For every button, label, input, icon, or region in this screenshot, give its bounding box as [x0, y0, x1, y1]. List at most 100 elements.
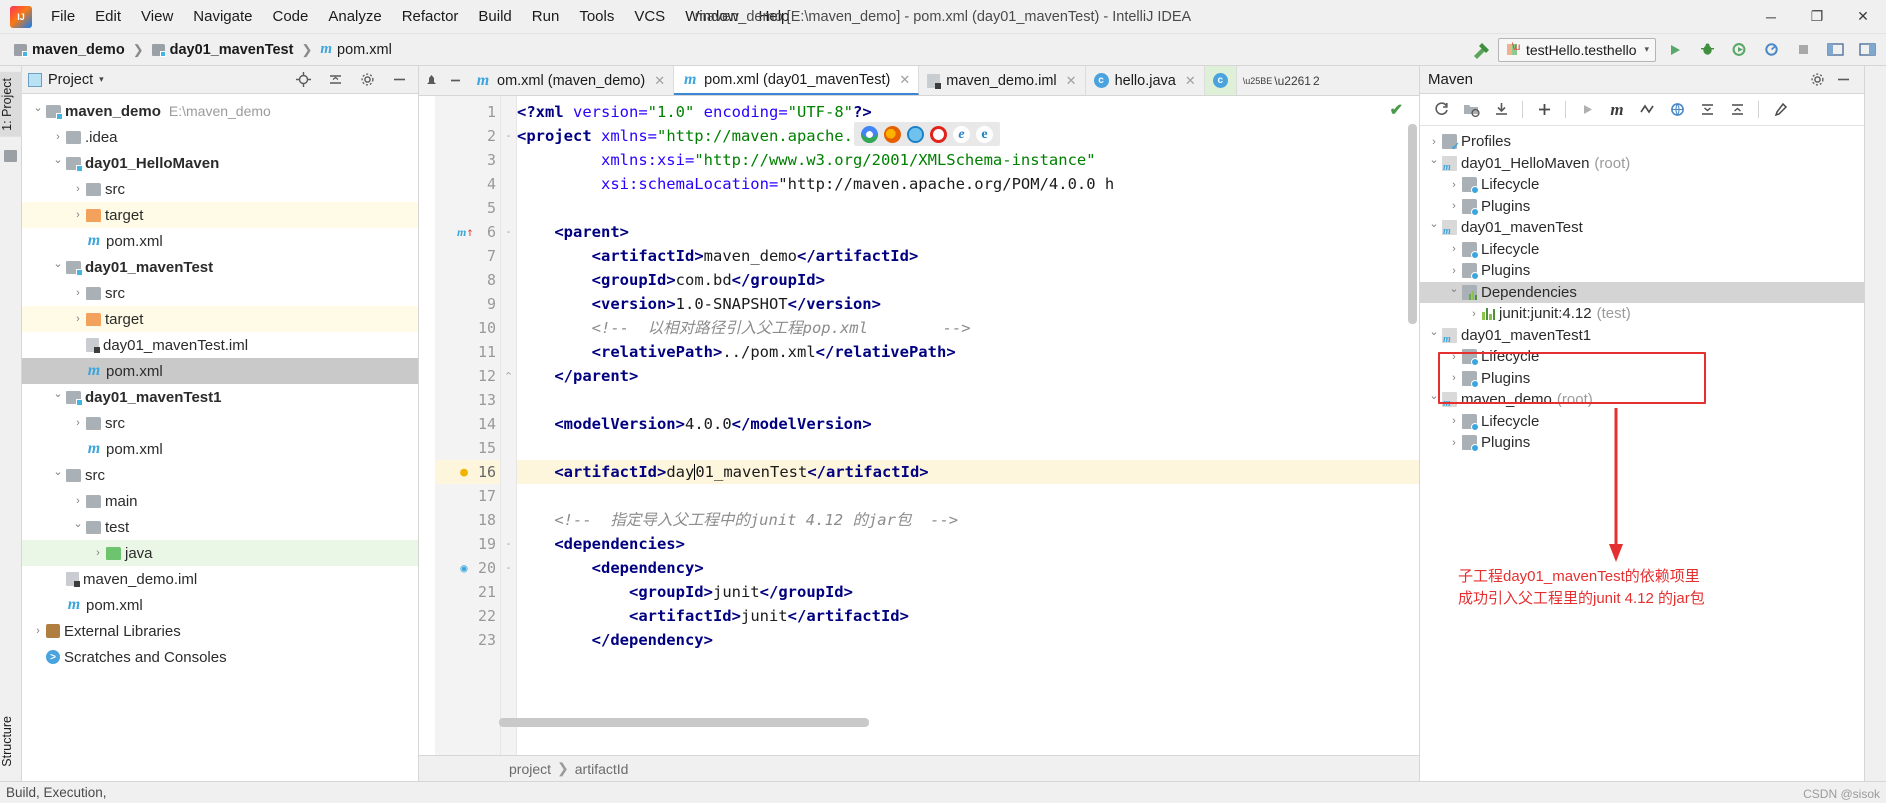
- gutter-line[interactable]: ◉ 20: [435, 556, 500, 580]
- code-line[interactable]: <version>1.0-SNAPSHOT</version>: [517, 292, 1419, 316]
- editor-tab[interactable]: maven_demo.iml ✕: [919, 66, 1086, 95]
- maven-tree-row[interactable]: maven_demo(root): [1420, 389, 1864, 411]
- project-tree-row[interactable]: src: [22, 462, 418, 488]
- gutter-line[interactable]: 7: [435, 244, 500, 268]
- chevron-down-icon[interactable]: [1426, 221, 1442, 234]
- chevron-right-icon[interactable]: [90, 547, 106, 559]
- project-tree-row[interactable]: m pom.xml: [22, 436, 418, 462]
- menu-item-code[interactable]: Code: [263, 4, 317, 29]
- browser-launch-bar[interactable]: e e: [854, 122, 1000, 146]
- project-tree-row[interactable]: day01_mavenTest.iml: [22, 332, 418, 358]
- chevron-down-icon[interactable]: [30, 105, 46, 118]
- maven-tree-row[interactable]: Plugins: [1420, 260, 1864, 282]
- gutter-line[interactable]: ● 16: [435, 460, 500, 484]
- add-icon[interactable]: [1531, 98, 1557, 122]
- project-tree-row[interactable]: day01_HelloMaven: [22, 150, 418, 176]
- run-icon[interactable]: [1574, 98, 1600, 122]
- maven-tree-row[interactable]: day01_mavenTest1: [1420, 325, 1864, 347]
- code-line[interactable]: xsi:schemaLocation="http://maven.apache.…: [517, 172, 1419, 196]
- close-button[interactable]: ✕: [1840, 0, 1886, 34]
- menu-item-analyze[interactable]: Analyze: [319, 4, 390, 29]
- maven-projects-tree[interactable]: Profilesday01_HelloMaven(root)LifecycleP…: [1420, 126, 1864, 781]
- inspection-status-icon[interactable]: ✔: [1390, 100, 1403, 120]
- editor-tab[interactable]: m om.xml (maven_demo) ✕: [467, 66, 675, 95]
- hide-tabs-icon[interactable]: [443, 66, 467, 95]
- code-line[interactable]: <?xml version="1.0" encoding="UTF-8"?>: [517, 100, 1419, 124]
- breadcrumb-project[interactable]: project: [509, 761, 551, 777]
- editor-tab[interactable]: c: [1204, 66, 1237, 95]
- breadcrumb-item-2[interactable]: m pom.xml: [316, 39, 395, 60]
- code-line[interactable]: <dependency>: [517, 556, 1419, 580]
- code-line[interactable]: <dependencies>: [517, 532, 1419, 556]
- gutter-line[interactable]: 15: [435, 436, 500, 460]
- chevron-right-icon[interactable]: [1446, 179, 1462, 191]
- maven-tree-row[interactable]: Lifecycle: [1420, 346, 1864, 368]
- chrome-icon[interactable]: [861, 125, 878, 143]
- breadcrumb-artifactid[interactable]: artifactId: [575, 761, 629, 777]
- settings-icon[interactable]: [1804, 68, 1830, 92]
- code-line[interactable]: </dependency>: [517, 628, 1419, 652]
- project-tree-row[interactable]: .idea: [22, 124, 418, 150]
- chevron-right-icon[interactable]: [70, 495, 86, 507]
- profile-button[interactable]: [1758, 38, 1784, 62]
- hide-icon[interactable]: [386, 68, 412, 92]
- close-tab-icon[interactable]: ✕: [654, 73, 665, 89]
- gutter-line[interactable]: 1: [435, 100, 500, 124]
- settings-icon[interactable]: [354, 68, 380, 92]
- chevron-right-icon[interactable]: [1446, 243, 1462, 255]
- code-line[interactable]: <groupId>junit</groupId>: [517, 580, 1419, 604]
- chevron-right-icon[interactable]: [70, 183, 86, 195]
- chevron-right-icon[interactable]: [1446, 415, 1462, 427]
- project-tree-row[interactable]: day01_mavenTest1: [22, 384, 418, 410]
- code-line[interactable]: <relativePath>../pom.xml</relativePath>: [517, 340, 1419, 364]
- code-fold-toggle[interactable]: -: [501, 556, 516, 580]
- project-tree-row[interactable]: target: [22, 202, 418, 228]
- gutter-line[interactable]: 12: [435, 364, 500, 388]
- run-with-coverage-button[interactable]: [1726, 38, 1752, 62]
- chevron-right-icon[interactable]: [70, 209, 86, 221]
- run-configuration-selector[interactable]: \u2715 testHello.testhello ▾: [1498, 37, 1656, 62]
- line-number-gutter[interactable]: 1 2 3 4 5 m↑ 6 7 8 9 10 11 12 13 14 15 ● 16 17 18 19 ◉ 20 21 22 2…: [435, 96, 501, 755]
- close-tab-icon[interactable]: ✕: [1066, 73, 1077, 89]
- safari-icon[interactable]: [907, 125, 924, 143]
- gutter-line[interactable]: 18: [435, 508, 500, 532]
- gutter-line[interactable]: 5: [435, 196, 500, 220]
- pin-icon[interactable]: [419, 66, 443, 95]
- chevron-right-icon[interactable]: [1446, 265, 1462, 277]
- maven-tree-row[interactable]: Lifecycle: [1420, 411, 1864, 433]
- reimport-icon[interactable]: [1428, 98, 1454, 122]
- editor-horizontal-scrollbar[interactable]: [499, 718, 869, 727]
- maven-tree-row[interactable]: day01_mavenTest: [1420, 217, 1864, 239]
- firefox-icon[interactable]: [884, 125, 901, 143]
- generate-sources-icon[interactable]: [1458, 98, 1484, 122]
- chevron-right-icon[interactable]: [1446, 351, 1462, 363]
- ui-inspector-button[interactable]: [1822, 38, 1848, 62]
- project-tree-row[interactable]: java: [22, 540, 418, 566]
- maven-tree-row[interactable]: Lifecycle: [1420, 239, 1864, 261]
- maven-tree-row[interactable]: Dependencies: [1420, 281, 1864, 303]
- chevron-right-icon[interactable]: [1426, 136, 1442, 148]
- project-tree-row[interactable]: m pom.xml: [22, 592, 418, 618]
- maven-tree-row[interactable]: day01_HelloMaven(root): [1420, 153, 1864, 175]
- code-line[interactable]: xmlns:xsi="http://www.w3.org/2001/XMLSch…: [517, 148, 1419, 172]
- editor-vertical-scrollbar[interactable]: [1408, 124, 1417, 324]
- debug-button[interactable]: [1694, 38, 1720, 62]
- code-line[interactable]: <!-- 以相对路径引入父工程pop.xml -->: [517, 316, 1419, 340]
- gutter-line[interactable]: 22: [435, 604, 500, 628]
- layout-button[interactable]: [1854, 38, 1880, 62]
- opera-icon[interactable]: [930, 125, 947, 143]
- chevron-right-icon[interactable]: [1446, 200, 1462, 212]
- menu-item-edit[interactable]: Edit: [86, 4, 130, 29]
- code-line[interactable]: <modelVersion>4.0.0</modelVersion>: [517, 412, 1419, 436]
- stop-button[interactable]: [1790, 38, 1816, 62]
- menu-item-file[interactable]: File: [42, 4, 84, 29]
- menu-item-view[interactable]: View: [132, 4, 182, 29]
- chevron-right-icon[interactable]: [1446, 372, 1462, 384]
- menu-item-window[interactable]: Window: [676, 4, 747, 29]
- code-line[interactable]: <!-- 指定导入父工程中的junit 4.12 的jar包 -->: [517, 508, 1419, 532]
- maven-tree-row[interactable]: junit:junit:4.12(test): [1420, 303, 1864, 325]
- chevron-down-icon[interactable]: [1426, 157, 1442, 170]
- code-text[interactable]: <?xml version="1.0" encoding="UTF-8"?> <p…: [517, 96, 1419, 755]
- gutter-line[interactable]: 3: [435, 148, 500, 172]
- gutter-line[interactable]: m↑ 6: [435, 220, 500, 244]
